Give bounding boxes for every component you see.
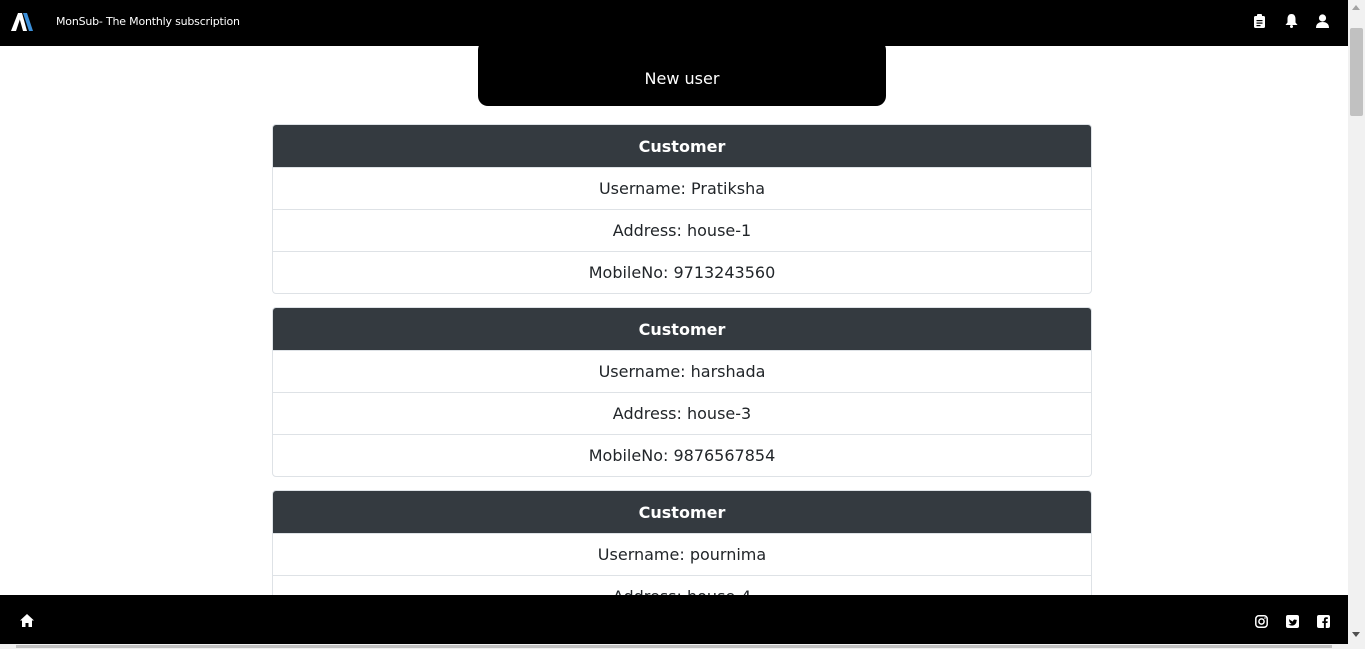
monsub-logo-icon[interactable] <box>11 13 33 31</box>
vertical-scrollbar[interactable] <box>1348 0 1365 649</box>
customer-card: Customer Username: harshada Address: hou… <box>272 307 1092 477</box>
vertical-scrollbar-thumb[interactable] <box>1350 28 1363 116</box>
card-header: Customer <box>273 125 1091 167</box>
new-user-button[interactable]: New user <box>478 46 886 106</box>
address-row: Address: house-1 <box>273 209 1091 251</box>
horizontal-scrollbar-thumb[interactable] <box>16 645 1332 648</box>
username-row: Username: harshada <box>273 350 1091 392</box>
main-content[interactable]: New user Customer Username: Pratiksha Ad… <box>0 46 1348 595</box>
username-row: Username: pournima <box>273 533 1091 575</box>
home-icon[interactable] <box>20 612 34 627</box>
top-navbar: MonSub- The Monthly subscription <box>0 0 1348 46</box>
horizontal-scrollbar[interactable] <box>0 644 1348 649</box>
address-row: Address: house-4 <box>273 575 1091 595</box>
facebook-icon[interactable] <box>1317 613 1330 628</box>
social-links <box>1255 613 1330 628</box>
mobile-row: MobileNo: 9876567854 <box>273 434 1091 476</box>
clipboard-icon[interactable] <box>1254 13 1268 29</box>
card-header: Customer <box>273 491 1091 533</box>
card-header: Customer <box>273 308 1091 350</box>
twitter-icon[interactable] <box>1286 613 1299 628</box>
instagram-icon[interactable] <box>1255 613 1268 628</box>
brand-title[interactable]: MonSub- The Monthly subscription <box>56 15 240 28</box>
customer-card: Customer Username: Pratiksha Address: ho… <box>272 124 1092 294</box>
top-icons <box>1254 13 1330 29</box>
mobile-row: MobileNo: 9713243560 <box>273 251 1091 293</box>
user-icon[interactable] <box>1316 13 1330 29</box>
customer-card: Customer Username: pournima Address: hou… <box>272 490 1092 595</box>
address-row: Address: house-3 <box>273 392 1091 434</box>
scroll-up-arrow-icon[interactable] <box>1352 5 1360 10</box>
username-row: Username: Pratiksha <box>273 167 1091 209</box>
bell-icon[interactable] <box>1285 13 1299 29</box>
bottom-footer <box>0 595 1348 644</box>
scroll-down-arrow-icon[interactable] <box>1352 632 1360 637</box>
